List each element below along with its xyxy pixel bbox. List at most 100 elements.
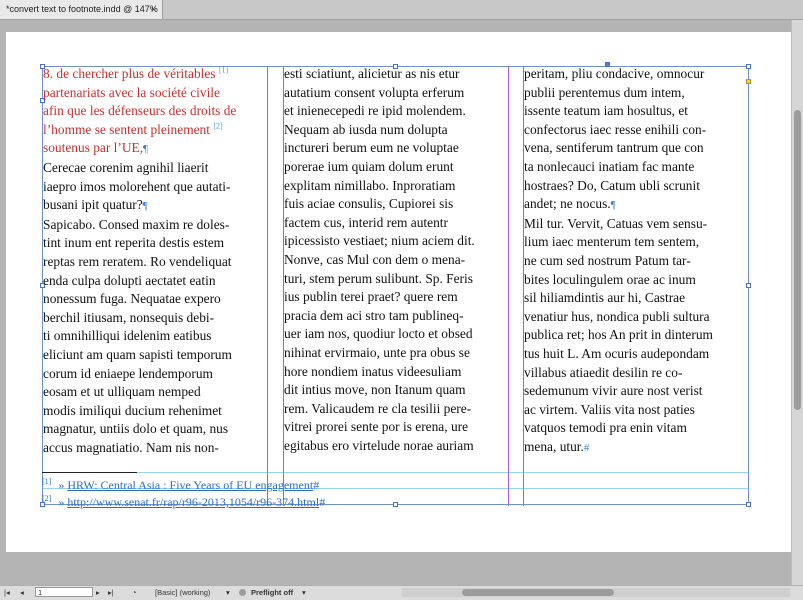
text-line: iaepro imos molorehent que autati-	[43, 178, 231, 194]
pasteboard: 8. de chercher plus de véritables [1] pa…	[0, 20, 791, 585]
text-line: tint inum ent reperita destis estem	[43, 235, 225, 251]
text-line: autatium consent volupta erferum	[284, 84, 465, 100]
footnote-number: [1]	[42, 477, 52, 486]
text-line: sil hiliamdintis aur hi, Castrae	[524, 290, 686, 306]
text-line: ius publin terei praet? quere rem	[284, 289, 458, 305]
document-tab[interactable]: *convert text to footnote.indd @ 147% ×	[0, 0, 163, 19]
text-line: uer iam nos, quodiur locto et obsed	[284, 326, 473, 342]
text-line: Sapicabo. Consed maxim re doles-	[43, 216, 230, 232]
text-line: issente teatum iam hosultus, et	[524, 103, 689, 119]
footnote-text[interactable]: HRW: Central Asia : Five Years of EU eng…	[67, 478, 313, 492]
horizontal-scrollbar[interactable]	[402, 588, 790, 597]
page-number-field[interactable]: 1	[35, 587, 93, 597]
text-line: busani ipit quatur?¶	[43, 197, 148, 213]
page-options-icon[interactable]: ◔	[132, 587, 137, 599]
text-line: ti omnihilliqui idelenim eatibus	[43, 328, 212, 344]
footnote-reference: [2]	[213, 121, 223, 131]
frame-out-port[interactable]	[746, 79, 751, 84]
preflight-status-icon	[239, 587, 246, 599]
text-line: mena, utur.#	[524, 438, 590, 454]
text-line: bites loculingulem orae ac inum	[524, 271, 696, 287]
text-line: enda culpa dolupti aectatet eatin	[43, 272, 216, 288]
text-line: inctureri berum eum ne voluptae	[284, 140, 459, 156]
text-line: nihinat ervirmaio, unte pra obus se	[284, 344, 470, 360]
text-line: hostraes? Do, Catum ubli scrunit	[524, 177, 700, 193]
text-line: soutenus par l’UE,¶	[43, 140, 149, 156]
status-bar: |◂ ◂ 1 ▸ ▸| ◔ [Basic] (working) ▾ Prefli…	[0, 585, 803, 600]
text-line: partenariats avec la société civile	[43, 84, 220, 100]
last-page-icon[interactable]: ▸|	[108, 587, 114, 599]
document-tab-bar: *convert text to footnote.indd @ 147% ×	[0, 0, 803, 20]
first-page-icon[interactable]: |◂	[4, 587, 10, 599]
text-line: sedemunum vivir aure nost verist	[524, 383, 703, 399]
horizontal-scrollbar-thumb[interactable]	[462, 589, 614, 596]
column-guide	[508, 66, 509, 506]
text-line: ta nonlecauci inatiam fac mante	[524, 158, 695, 174]
text-line: porerae ium quiam dolum erunt	[284, 158, 454, 174]
text-line: eosam et ut ulliquam nemped	[43, 384, 201, 400]
profile-menu-icon[interactable]: ▾	[226, 587, 230, 599]
text-line: hore nondiem inatus videesuliam	[284, 363, 462, 379]
text-line: afin que les défenseurs des droits de	[43, 103, 237, 119]
text-line: factem cus, interid rem autentr	[284, 214, 448, 230]
text-line: nonessum fuga. Nequatae expero	[43, 291, 221, 307]
footnote-reference: [1]	[218, 65, 229, 75]
story-end-marker: #	[319, 495, 326, 509]
preflight-menu-icon[interactable]: ▾	[302, 587, 306, 599]
preflight-profile[interactable]: [Basic] (working)	[155, 587, 210, 599]
footnote-1: [1] » HRW: Central Asia : Five Years of …	[42, 477, 742, 494]
document-page[interactable]: 8. de chercher plus de véritables [1] pa…	[6, 32, 791, 552]
vertical-scrollbar-thumb[interactable]	[794, 110, 801, 410]
document-tab-title: *convert text to footnote.indd @ 147%	[6, 4, 158, 14]
text-line: explitam nimillabo. Inproratiam	[284, 177, 456, 193]
text-line: ac virtem. Valiis vita nost paties	[524, 401, 695, 417]
text-line: pracia dem aci stro tam publineq-	[284, 307, 464, 323]
text-line: confectorus iaec resse enihili con-	[524, 121, 707, 137]
footnote-separator-rule	[42, 472, 137, 473]
selection-handle[interactable]	[746, 502, 751, 507]
text-column-3[interactable]: peritam, pliu condacive, omnocur publii …	[524, 65, 713, 457]
text-line: lium iaec menterum tem sentem,	[524, 234, 700, 250]
text-line: villabus atiaedit desilin re co-	[524, 364, 683, 380]
text-line: dit intius move, non Itanum quam	[284, 382, 466, 398]
text-line: egitabus ero virtelude norae auriam	[284, 437, 474, 453]
column-guide	[267, 66, 268, 506]
text-line: berchil itiusam, nonsequis debi-	[43, 309, 215, 325]
text-line: vatquos temodi pra enin vitam	[524, 420, 687, 436]
footnote-number: [2]	[42, 494, 52, 503]
text-line: magnatur, untiis dolo et quam, nus	[43, 421, 229, 437]
next-page-icon[interactable]: ▸	[96, 587, 100, 599]
selection-handle[interactable]	[746, 64, 751, 69]
story-end-marker: #	[313, 478, 320, 492]
text-line: corum id eniaepe lendemporum	[43, 365, 213, 381]
footnote-link[interactable]: http://www.senat.fr/rap/r96-2013,1054/r9…	[67, 495, 319, 509]
text-line: ipicessisto vestiaet; nium aciem dit.	[284, 233, 475, 249]
text-column-2[interactable]: esti sciatiunt, alicietur as nis etur au…	[284, 65, 475, 455]
text-line: Mil tur. Vervit, Catuas vem sensu-	[524, 215, 708, 231]
text-line: 8. de chercher plus de véritables [1]	[43, 65, 229, 81]
text-line: vitrei prorei sente por is erena, ure	[284, 419, 469, 435]
text-line: vena, sentiferum tantrum que con	[524, 140, 704, 156]
text-line: turi, stem perum sulibunt. Sp. Feris	[284, 270, 473, 286]
previous-page-icon[interactable]: ◂	[20, 587, 24, 599]
text-line: rem. Valicaudem re cla tesilii pere-	[284, 400, 472, 416]
vertical-scrollbar[interactable]	[791, 20, 803, 585]
text-line: peritam, pliu condacive, omnocur	[524, 66, 705, 81]
text-line: Nonve, cas Mul con dem o mena-	[284, 251, 466, 267]
text-line: publii perentemus dum intem,	[524, 84, 685, 100]
text-line: tus huit L. Am ocuris audepondam	[524, 345, 710, 361]
tab-marker-icon: »	[58, 478, 65, 492]
footnotes[interactable]: [1] » HRW: Central Asia : Five Years of …	[42, 477, 742, 511]
preflight-status[interactable]: Preflight off	[251, 587, 293, 599]
text-line: l’homme se sentent pleinement [2]	[43, 121, 223, 137]
text-line: reptas rem reratem. Ro vendeliquat	[43, 253, 232, 269]
text-column-1[interactable]: 8. de chercher plus de véritables [1] pa…	[43, 65, 236, 457]
close-icon[interactable]: ×	[151, 0, 156, 19]
text-line: publica ret; hos An prit in dinterum	[524, 327, 713, 343]
footnote-area-divider	[42, 472, 749, 473]
selection-handle[interactable]	[746, 283, 751, 288]
text-line: venatiur hus, nondica publi sultura	[524, 308, 710, 324]
footnote-2: [2] » http://www.senat.fr/rap/r96-2013,1…	[42, 494, 742, 511]
text-line: ne cum sed nostrum Patum tar-	[524, 252, 691, 268]
text-line: accus magnatiatio. Nam nis non-	[43, 439, 219, 455]
